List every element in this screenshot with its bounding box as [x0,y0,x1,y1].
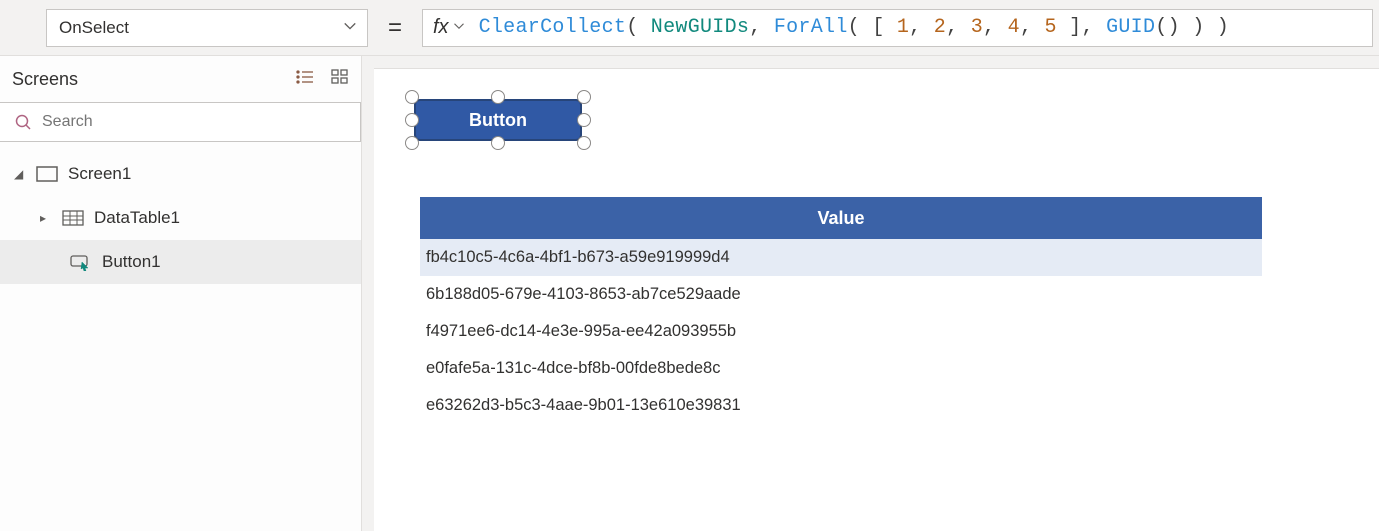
formula-bar: OnSelect = fx ClearCollect( NewGUIDs, Fo… [0,0,1379,56]
table-row[interactable]: f4971ee6-dc14-4e3e-995a-ee42a093955b [420,313,1262,350]
screen-icon [36,165,58,183]
button-icon [70,253,92,271]
property-value: OnSelect [59,18,129,38]
canvas-button[interactable]: Button [414,99,582,141]
canvas-datatable[interactable]: Value fb4c10c5-4c6a-4bf1-b673-a59e919999… [420,197,1262,424]
panel-title: Screens [12,69,78,90]
table-header[interactable]: Value [420,197,1262,239]
resize-handle-w[interactable] [405,113,419,127]
table-row[interactable]: e63262d3-b5c3-4aae-9b01-13e610e39831 [420,387,1262,424]
tree-label: Button1 [102,252,161,272]
selected-button-control[interactable]: Button [414,99,582,141]
chevron-down-icon [343,18,357,38]
fx-icon: fx [433,16,449,39]
button-text: Button [469,110,527,131]
table-row[interactable]: e0fafe5a-131c-4dce-bf8b-00fde8bede8c [420,350,1262,387]
resize-handle-n[interactable] [491,90,505,104]
datatable-icon [62,209,84,227]
search-input[interactable] [42,113,360,131]
resize-handle-ne[interactable] [577,90,591,104]
design-canvas[interactable]: Button Value fb4c10c5-4c6a-4bf1-b673-a [374,68,1379,531]
grid-icon[interactable] [331,69,349,90]
chevron-down-icon[interactable] [453,20,465,36]
resize-handle-nw[interactable] [405,90,419,104]
caret-down-icon[interactable]: ◢ [14,167,26,181]
table-row[interactable]: fb4c10c5-4c6a-4bf1-b673-a59e919999d4 [420,239,1262,276]
formula-input[interactable]: fx ClearCollect( NewGUIDs, ForAll( [ 1, … [422,9,1373,47]
tree-screen1[interactable]: ◢ Screen1 [0,152,361,196]
tree-datatable1[interactable]: ▸ DataTable1 [0,196,361,240]
property-dropdown[interactable]: OnSelect [46,9,368,47]
tree-label: Screen1 [68,164,131,184]
tree-button1[interactable]: Button1 [0,240,361,284]
table-row[interactable]: 6b188d05-679e-4103-8653-ab7ce529aade [420,276,1262,313]
search-icon [14,113,32,131]
search-box[interactable] [0,102,361,142]
tree-view: ◢ Screen1 ▸ DataTable1 [0,142,361,284]
list-icon[interactable] [295,69,315,90]
resize-handle-e[interactable] [577,113,591,127]
resize-handle-s[interactable] [491,136,505,150]
caret-right-icon[interactable]: ▸ [40,211,52,225]
resize-handle-se[interactable] [577,136,591,150]
tree-label: DataTable1 [94,208,180,228]
screens-panel: Screens ◢ [0,56,362,531]
header-label: Value [817,208,864,228]
formula-code: ClearCollect( NewGUIDs, ForAll( [ 1, 2, … [479,16,1230,39]
equals-label: = [368,14,422,42]
resize-handle-sw[interactable] [405,136,419,150]
